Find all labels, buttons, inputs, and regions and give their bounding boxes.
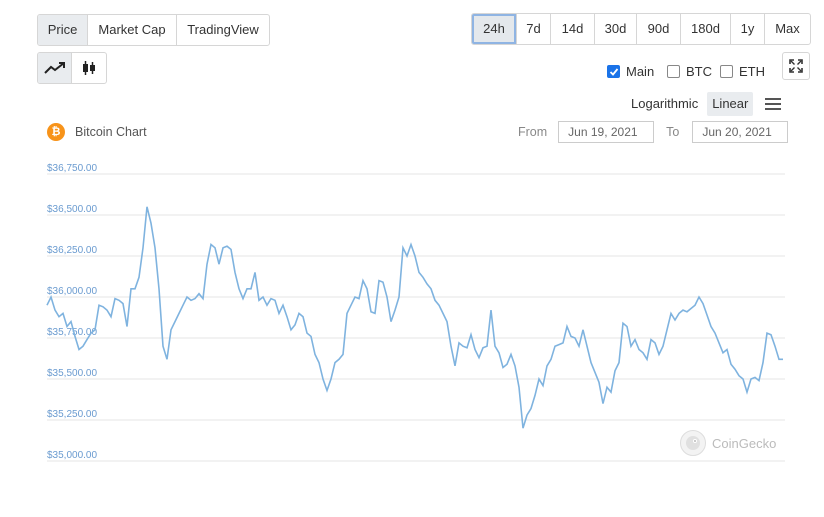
date-range: From Jun 19, 2021 To Jun 20, 2021: [518, 121, 789, 143]
range-180d-button[interactable]: 180d: [681, 14, 731, 44]
range-max-button[interactable]: Max: [765, 14, 810, 44]
range-14d-button[interactable]: 14d: [551, 14, 595, 44]
range-24h-button[interactable]: 24h: [472, 14, 517, 44]
btc-label: BTC: [686, 64, 712, 79]
compare-main[interactable]: Main: [607, 64, 654, 79]
chart-title: ₿ Bitcoin Chart: [47, 123, 147, 141]
eth-checkbox[interactable]: [720, 65, 733, 78]
watermark-text: CoinGecko: [712, 435, 777, 451]
fullscreen-button[interactable]: [782, 52, 810, 80]
gecko-logo-icon: [680, 430, 706, 456]
logarithmic-option[interactable]: Logarithmic: [626, 92, 703, 116]
hamburger-menu-icon[interactable]: [765, 98, 782, 110]
btc-checkbox[interactable]: [667, 65, 680, 78]
tab-tradingview[interactable]: TradingView: [177, 15, 269, 45]
range-30d-button[interactable]: 30d: [595, 14, 637, 44]
line-chart-button[interactable]: [38, 53, 72, 83]
chart-title-text: Bitcoin Chart: [75, 125, 147, 139]
compare-eth[interactable]: ETH: [720, 64, 765, 79]
tab-price[interactable]: Price: [38, 15, 88, 45]
y-tick-label: $35,500.00: [47, 368, 97, 379]
expand-icon: [789, 59, 803, 73]
main-checkbox[interactable]: [607, 65, 620, 78]
range-1y-button[interactable]: 1y: [731, 14, 765, 44]
y-tick-label: $35,250.00: [47, 409, 97, 420]
main-label: Main: [626, 64, 655, 79]
y-tick-label: $36,250.00: [47, 245, 97, 256]
line-chart-icon: [43, 62, 65, 74]
chart-type-toggle: [37, 52, 107, 84]
price-chart[interactable]: $36,750.00 $36,500.00 $36,250.00 $36,000.00…: [0, 150, 824, 470]
range-tabs: 24h 7d 14d 30d 90d 180d 1y Max: [471, 13, 811, 45]
eth-label: ETH: [739, 64, 765, 79]
tab-market-cap[interactable]: Market Cap: [88, 15, 177, 45]
range-90d-button[interactable]: 90d: [637, 14, 681, 44]
compare-btc[interactable]: BTC: [667, 64, 712, 79]
view-tabs: Price Market Cap TradingView: [37, 14, 270, 46]
price-series-line: [46, 206, 783, 429]
y-tick-label: $36,000.00: [47, 286, 97, 297]
linear-option[interactable]: Linear: [707, 92, 754, 116]
from-date-input[interactable]: Jun 19, 2021: [558, 121, 655, 143]
to-label: To: [666, 125, 680, 139]
y-tick-label: $35,000.00: [47, 450, 97, 461]
y-tick-label: $36,750.00: [47, 163, 97, 174]
to-date-input[interactable]: Jun 20, 2021: [692, 121, 789, 143]
coingecko-watermark: CoinGecko: [680, 430, 776, 456]
from-label: From: [518, 125, 548, 139]
check-icon: [609, 67, 618, 76]
range-7d-button[interactable]: 7d: [517, 14, 551, 44]
y-tick-label: $36,500.00: [47, 204, 97, 215]
bitcoin-logo-icon: ₿: [47, 123, 65, 141]
candlestick-button[interactable]: [72, 53, 106, 83]
scale-selector: Logarithmic Linear: [626, 92, 782, 116]
candlestick-icon: [83, 61, 95, 75]
